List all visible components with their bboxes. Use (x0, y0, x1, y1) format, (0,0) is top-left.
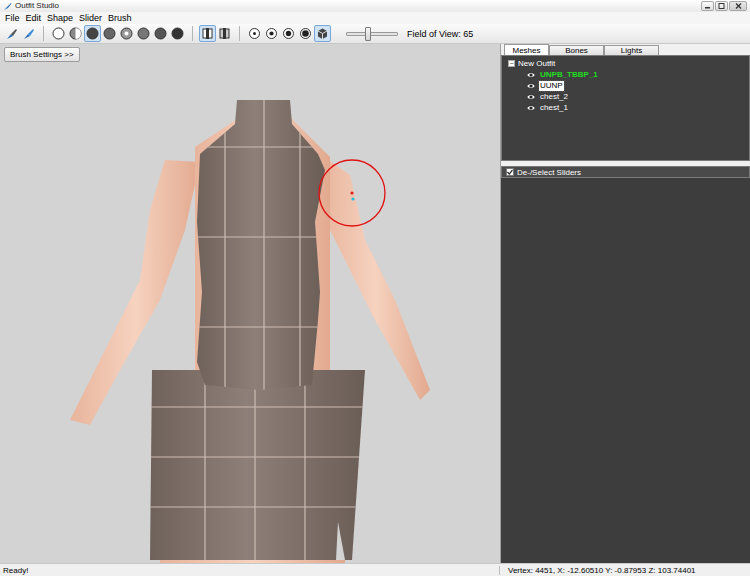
main-area: Brush Settings >>MeshesBonesLights−New O… (0, 44, 750, 563)
close-icon (735, 3, 742, 9)
toolbar: Field of View: 65 (0, 24, 750, 44)
sliders-header: De-/Select Sliders (501, 166, 750, 178)
tool-button[interactable] (297, 25, 314, 42)
collapse-toggle[interactable]: − (508, 60, 515, 67)
status-bar: Ready!Vertex: 4451, X: -12.60510 Y: -0.8… (0, 563, 750, 576)
fov-label: Field of View: 65 (407, 29, 473, 39)
brush-logo-icon (5, 27, 19, 41)
tool-button[interactable] (135, 25, 152, 42)
view-icon (248, 27, 261, 40)
sliders-list (501, 178, 750, 563)
minimize-icon (704, 3, 711, 9)
tree-item[interactable]: chest_2 (508, 91, 749, 102)
tool-button[interactable] (50, 25, 67, 42)
eye-icon[interactable] (526, 93, 536, 101)
vertex-marker (351, 197, 354, 200)
menu-bar: FileEditShapeSliderBrush (0, 12, 750, 24)
brush-icon (120, 27, 133, 40)
view-icon (299, 27, 312, 40)
tool-button[interactable] (118, 25, 135, 42)
selection-circle (319, 160, 385, 226)
menu-item[interactable]: Edit (23, 12, 45, 24)
toolbar-separator (239, 26, 240, 41)
view-icon (282, 27, 295, 40)
brush-icon (103, 27, 116, 40)
app-icon (3, 2, 12, 11)
unmask-icon (218, 27, 231, 40)
brush-settings-button[interactable]: Brush Settings >> (4, 47, 80, 62)
tab[interactable]: Meshes (504, 44, 549, 55)
view-icon (265, 27, 278, 40)
menu-item[interactable]: Brush (105, 12, 135, 24)
viewport-pane: Brush Settings >> (0, 44, 500, 563)
brush-icon (171, 27, 184, 40)
eye-icon[interactable] (526, 104, 536, 112)
window-controls (701, 1, 747, 11)
tab[interactable]: Lights (604, 45, 659, 55)
fov-slider-thumb[interactable] (365, 27, 371, 41)
app-window: Outfit StudioFileEditShapeSliderBrush Fie… (0, 0, 750, 576)
tool-button[interactable] (152, 25, 169, 42)
model-figure (70, 100, 430, 563)
brush-row: Brush Settings >> (0, 44, 500, 62)
cube-icon (316, 27, 329, 40)
fov-slider[interactable] (346, 32, 398, 36)
vertex-marker (350, 191, 353, 194)
mesh-tree: −New OutfitUNPB_TBBP_1UUNPchest_2chest_1 (501, 55, 750, 161)
tool-button[interactable] (280, 25, 297, 42)
tool-button[interactable] (67, 25, 84, 42)
3d-viewport[interactable] (0, 62, 500, 563)
check-icon (507, 169, 513, 175)
tool-group (199, 25, 233, 42)
tabs: MeshesBonesLights (501, 44, 750, 55)
side-pane: MeshesBonesLights−New OutfitUNPB_TBBP_1U… (500, 44, 750, 563)
menu-item[interactable]: Shape (44, 12, 76, 24)
status-message: Ready! (0, 566, 500, 575)
maximize-icon (718, 3, 725, 9)
minimize-button[interactable] (701, 1, 714, 11)
tool-group (3, 25, 37, 42)
tool-button[interactable] (246, 25, 263, 42)
maximize-button[interactable] (715, 1, 728, 11)
tree-root[interactable]: −New Outfit (508, 58, 749, 69)
toolbar-separator (192, 26, 193, 41)
brush-icon (154, 27, 167, 40)
tool-button[interactable] (169, 25, 186, 42)
tool-group (50, 25, 186, 42)
tool-button[interactable] (263, 25, 280, 42)
tree-item[interactable]: UUNP (508, 80, 749, 91)
window-title: Outfit Studio (3, 0, 59, 12)
brush-icon (86, 27, 99, 40)
vertex-info: Vertex: 4451, X: -12.60510 Y: -0.87953 Z… (500, 566, 750, 575)
tree-item[interactable]: chest_1 (508, 102, 749, 113)
brush-select-icon (22, 27, 36, 41)
mask-icon (201, 27, 214, 40)
tool-group (246, 25, 331, 42)
tool-button[interactable] (314, 25, 331, 42)
tool-button[interactable] (101, 25, 118, 42)
eye-icon[interactable] (526, 71, 536, 79)
tool-button[interactable] (84, 25, 101, 42)
brush-icon (137, 27, 150, 40)
menu-item[interactable]: File (2, 12, 23, 24)
tab[interactable]: Bones (549, 45, 604, 55)
title-bar: Outfit Studio (0, 0, 750, 12)
eye-icon[interactable] (526, 82, 536, 90)
brush-icon (52, 27, 65, 40)
brush-icon (69, 27, 82, 40)
close-button[interactable] (729, 1, 747, 11)
tree-item[interactable]: UNPB_TBBP_1 (508, 69, 749, 80)
tool-button[interactable] (3, 25, 20, 42)
tool-button[interactable] (20, 25, 37, 42)
tool-button[interactable] (216, 25, 233, 42)
select-sliders-checkbox[interactable] (506, 168, 514, 176)
menu-item[interactable]: Slider (76, 12, 105, 24)
toolbar-separator (43, 26, 44, 41)
tool-button[interactable] (199, 25, 216, 42)
